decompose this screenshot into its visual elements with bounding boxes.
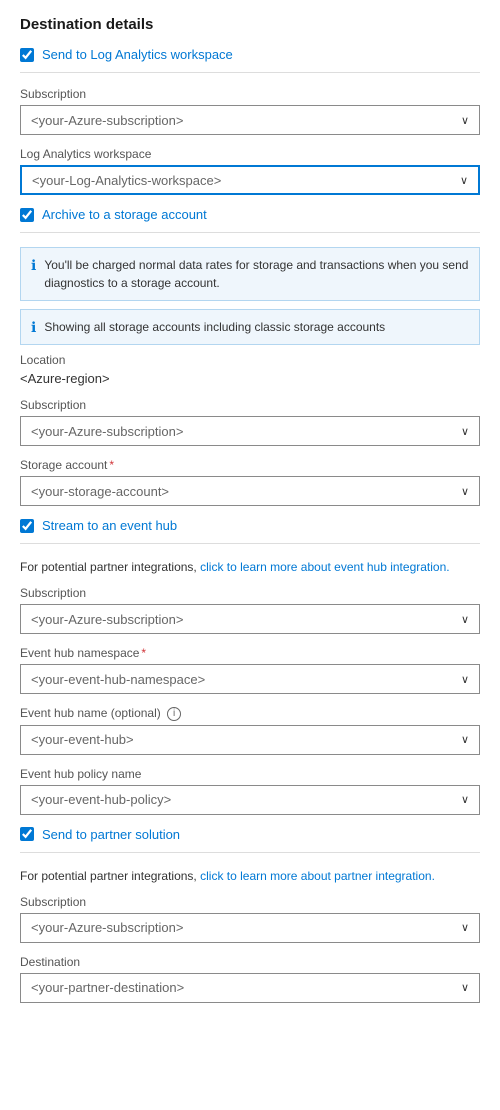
partner-solution-note-text: For potential partner integrations, bbox=[20, 869, 200, 883]
partner-solution-label[interactable]: Send to partner solution bbox=[42, 827, 180, 842]
event-hub-name-value: <your-event-hub> bbox=[31, 732, 134, 747]
event-hub-policy-arrow: ∨ bbox=[461, 793, 469, 806]
event-hub-name-dropdown[interactable]: <your-event-hub> ∨ bbox=[20, 725, 480, 755]
partner-subscription-arrow: ∨ bbox=[461, 921, 469, 934]
namespace-required-mark: * bbox=[141, 646, 146, 660]
workspace-value: <your-Log-Analytics-workspace> bbox=[32, 173, 221, 188]
event-hub-policy-label: Event hub policy name bbox=[20, 767, 480, 781]
event-hub-namespace-value: <your-event-hub-namespace> bbox=[31, 672, 205, 687]
storage-account-dropdown[interactable]: <your-storage-account> ∨ bbox=[20, 476, 480, 506]
storage-info-text-1: You'll be charged normal data rates for … bbox=[44, 256, 469, 292]
hub-name-info-icon[interactable]: i bbox=[167, 707, 181, 721]
partner-subscription-dropdown[interactable]: <your-Azure-subscription> ∨ bbox=[20, 913, 480, 943]
storage-location-label: Location bbox=[20, 353, 480, 367]
partner-subscription-value: <your-Azure-subscription> bbox=[31, 920, 183, 935]
event-hub-partner-link[interactable]: click to learn more about event hub inte… bbox=[200, 560, 449, 574]
workspace-label: Log Analytics workspace bbox=[20, 147, 480, 161]
storage-account-value: <your-storage-account> bbox=[31, 484, 169, 499]
event-hub-policy-value: <your-event-hub-policy> bbox=[31, 792, 171, 807]
partner-destination-dropdown[interactable]: <your-partner-destination> ∨ bbox=[20, 973, 480, 1003]
storage-subscription-arrow: ∨ bbox=[461, 425, 469, 438]
archive-storage-checkbox[interactable] bbox=[20, 208, 34, 222]
storage-subscription-value: <your-Azure-subscription> bbox=[31, 424, 183, 439]
log-analytics-subscription-label: Subscription bbox=[20, 87, 480, 101]
page-title: Destination details bbox=[20, 16, 480, 33]
event-hub-label[interactable]: Stream to an event hub bbox=[42, 518, 177, 533]
storage-info-box-1: ℹ You'll be charged normal data rates fo… bbox=[20, 247, 480, 301]
event-hub-namespace-label: Event hub namespace* bbox=[20, 646, 480, 660]
event-hub-partner-note-text: For potential partner integrations, bbox=[20, 560, 200, 574]
event-hub-name-arrow: ∨ bbox=[461, 733, 469, 746]
log-analytics-subscription-dropdown[interactable]: <your-Azure-subscription> ∨ bbox=[20, 105, 480, 135]
partner-subscription-label: Subscription bbox=[20, 895, 480, 909]
storage-subscription-label: Subscription bbox=[20, 398, 480, 412]
storage-subscription-dropdown[interactable]: <your-Azure-subscription> ∨ bbox=[20, 416, 480, 446]
partner-destination-value: <your-partner-destination> bbox=[31, 980, 184, 995]
log-analytics-checkbox[interactable] bbox=[20, 48, 34, 62]
log-analytics-subscription-arrow: ∨ bbox=[461, 114, 469, 127]
info-icon-2: ℹ bbox=[31, 319, 36, 336]
log-analytics-subscription-value: <your-Azure-subscription> bbox=[31, 113, 183, 128]
storage-info-text-2: Showing all storage accounts including c… bbox=[44, 318, 385, 336]
event-hub-subscription-arrow: ∨ bbox=[461, 613, 469, 626]
event-hub-checkbox[interactable] bbox=[20, 519, 34, 533]
storage-account-arrow: ∨ bbox=[461, 485, 469, 498]
event-hub-namespace-dropdown[interactable]: <your-event-hub-namespace> ∨ bbox=[20, 664, 480, 694]
archive-storage-label[interactable]: Archive to a storage account bbox=[42, 207, 207, 222]
event-hub-policy-dropdown[interactable]: <your-event-hub-policy> ∨ bbox=[20, 785, 480, 815]
partner-solution-checkbox[interactable] bbox=[20, 827, 34, 841]
workspace-dropdown[interactable]: <your-Log-Analytics-workspace> ∨ bbox=[20, 165, 480, 195]
event-hub-partner-note: For potential partner integrations, clic… bbox=[20, 558, 480, 576]
partner-destination-label: Destination bbox=[20, 955, 480, 969]
info-icon-1: ℹ bbox=[31, 257, 36, 274]
storage-required-mark: * bbox=[109, 458, 114, 472]
event-hub-name-label: Event hub name (optional) i bbox=[20, 706, 480, 721]
event-hub-namespace-arrow: ∨ bbox=[461, 673, 469, 686]
event-hub-subscription-label: Subscription bbox=[20, 586, 480, 600]
partner-solution-link[interactable]: click to learn more about partner integr… bbox=[200, 869, 435, 883]
event-hub-subscription-dropdown[interactable]: <your-Azure-subscription> ∨ bbox=[20, 604, 480, 634]
storage-info-box-2: ℹ Showing all storage accounts including… bbox=[20, 309, 480, 345]
storage-location-value: <Azure-region> bbox=[20, 371, 480, 386]
workspace-arrow: ∨ bbox=[460, 174, 468, 187]
partner-solution-note: For potential partner integrations, clic… bbox=[20, 867, 480, 885]
partner-destination-arrow: ∨ bbox=[461, 981, 469, 994]
event-hub-subscription-value: <your-Azure-subscription> bbox=[31, 612, 183, 627]
log-analytics-label[interactable]: Send to Log Analytics workspace bbox=[42, 47, 233, 62]
storage-account-label: Storage account* bbox=[20, 458, 480, 472]
